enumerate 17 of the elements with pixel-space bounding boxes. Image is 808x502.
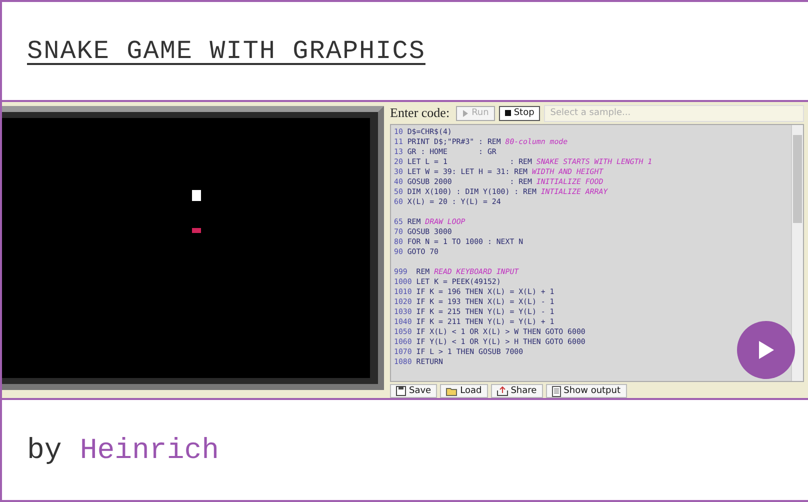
- document-icon: [552, 386, 561, 396]
- play-icon: [756, 339, 776, 361]
- play-icon: [462, 110, 469, 116]
- author-name: Heinrich: [80, 434, 220, 466]
- stop-button[interactable]: Stop: [498, 106, 540, 120]
- show-output-button[interactable]: Show output: [546, 384, 627, 398]
- byline-prefix: by: [27, 434, 62, 466]
- stop-icon: [504, 110, 511, 116]
- code-editor[interactable]: [390, 124, 804, 382]
- folder-icon: [446, 386, 458, 396]
- scrollbar[interactable]: [791, 125, 803, 381]
- share-icon: [496, 386, 508, 396]
- page-title: SNAKE GAME WITH GRAPHICS: [27, 36, 426, 66]
- share-button[interactable]: Share: [490, 384, 543, 398]
- load-button[interactable]: Load: [440, 384, 488, 398]
- save-button[interactable]: Save: [390, 384, 438, 398]
- enter-code-label: Enter code:: [390, 105, 450, 121]
